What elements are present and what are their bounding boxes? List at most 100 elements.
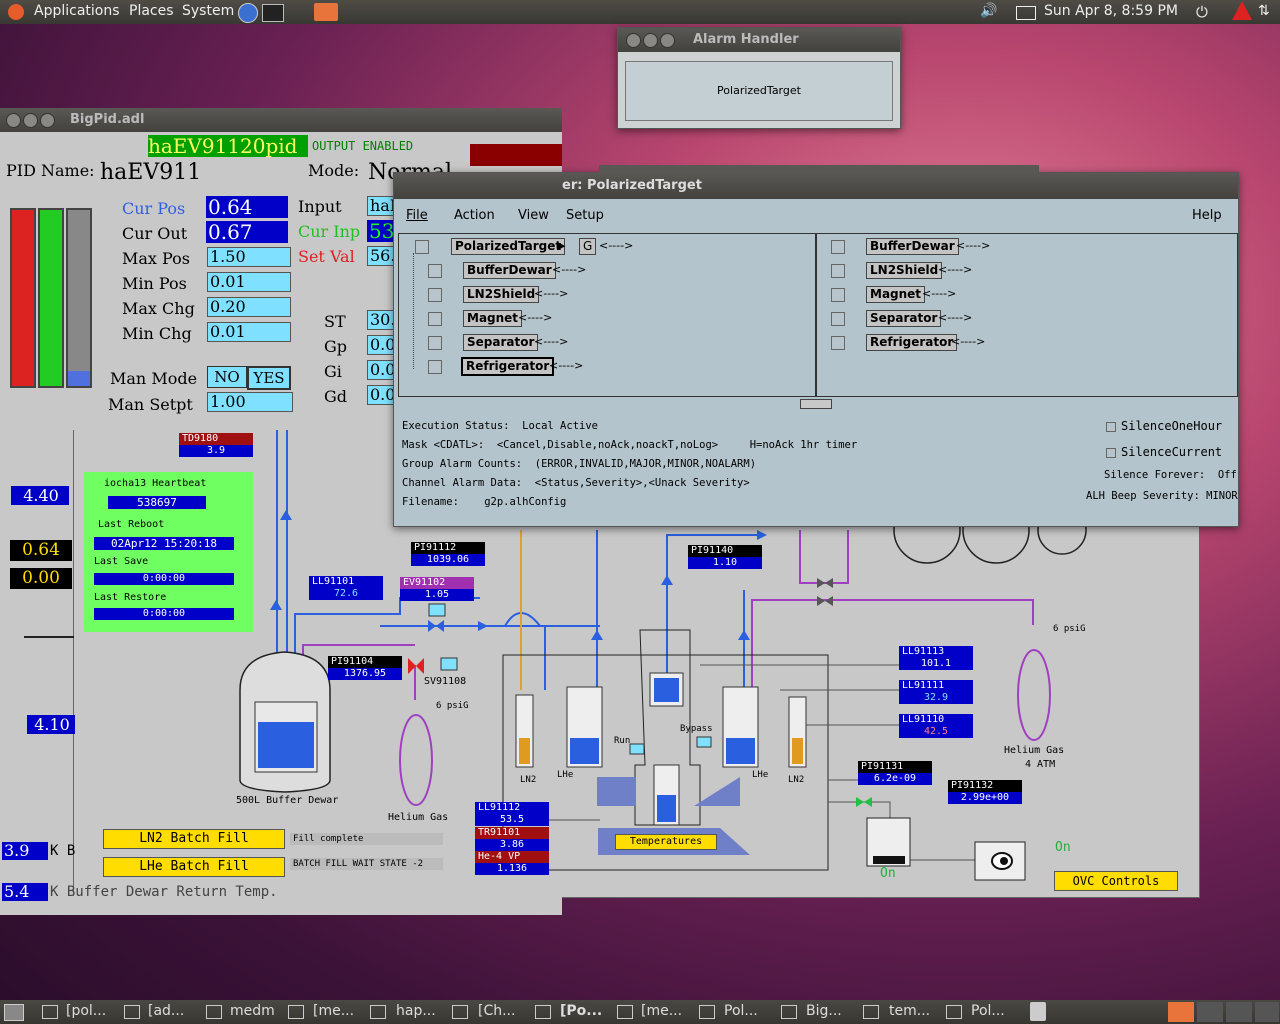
view-menu[interactable]: View: [518, 208, 549, 223]
channel-value: <Status,Severity>,<Unack Severity>: [534, 477, 750, 489]
workspace-4-icon[interactable]: [1255, 1002, 1279, 1022]
maximize-icon[interactable]: [40, 113, 55, 128]
max-pos-field[interactable]: 1.50: [207, 247, 291, 267]
lhe-batch-fill-button[interactable]: LHe Batch Fill: [103, 857, 285, 877]
taskbar-item-1[interactable]: [pol...: [66, 1003, 106, 1019]
group-value: (ERROR,INVALID,MAJOR,MINOR,NOALARM): [534, 458, 757, 470]
tree-root-button[interactable]: PolarizedTarget: [451, 238, 566, 255]
taskbar-item-9[interactable]: Pol...: [724, 1003, 758, 1019]
child-checkbox-3[interactable]: [428, 312, 442, 326]
channel-label: Channel Alarm Data:: [402, 477, 523, 489]
list-bufferdewar[interactable]: BufferDewar: [866, 238, 959, 255]
taskbar-item-5[interactable]: hap...: [396, 1003, 436, 1019]
shield-left: [597, 777, 636, 806]
bypass-label: Bypass: [680, 724, 713, 734]
list-refrigerator[interactable]: Refrigerator: [866, 334, 958, 351]
tree-child-separator[interactable]: Separator: [463, 334, 539, 351]
silence-hour-label[interactable]: SilenceOneHour: [1121, 419, 1222, 433]
window-title: er: PolarizedTarget: [562, 178, 702, 193]
task-icon: [946, 1005, 962, 1019]
root-checkbox[interactable]: [415, 240, 429, 254]
help-menu[interactable]: Help: [1192, 208, 1222, 223]
list-checkbox-1[interactable]: [831, 240, 845, 254]
tree-child-bufferdewar[interactable]: BufferDewar: [463, 262, 556, 279]
taskbar-item-7[interactable]: [Po...: [560, 1003, 602, 1019]
workspace-2-icon[interactable]: [1197, 1002, 1223, 1022]
temperatures-button[interactable]: Temperatures: [615, 834, 717, 850]
pane-splitter[interactable]: [800, 399, 832, 409]
max-chg-field[interactable]: 0.20: [207, 297, 291, 317]
list-status-4: <---->: [938, 311, 973, 324]
beep-label: ALH Beep Severity:: [1086, 490, 1200, 502]
man-mode-yes-button[interactable]: YES: [247, 366, 291, 390]
list-checkbox-2[interactable]: [831, 264, 845, 278]
min-pos-field[interactable]: 0.01: [207, 272, 291, 292]
left-value-4: 4.10: [27, 715, 75, 734]
max-chg-label: Max Chg: [122, 299, 195, 318]
list-separator[interactable]: Separator: [866, 310, 942, 327]
tag-ll91113: LL91113 101.1: [899, 646, 973, 670]
psig-right-label: 6 psiG: [1053, 624, 1086, 634]
beep-severity: ALH Beep Severity: MINOR: [1086, 490, 1238, 502]
mask-value: <Cancel,Disable,noAck,noackT,noLog>: [496, 439, 719, 451]
child-checkbox-2[interactable]: [428, 288, 442, 302]
tree-child-refrigerator[interactable]: Refrigerator: [461, 357, 555, 376]
list-checkbox-4[interactable]: [831, 312, 845, 326]
man-mode-no-button[interactable]: NO: [207, 366, 247, 388]
tag-ev91102: EV91102 1.05: [400, 577, 474, 601]
ln2-right-level: [792, 738, 803, 764]
taskbar-item-11[interactable]: tem...: [889, 1003, 930, 1019]
gd-label: Gd: [324, 387, 348, 406]
close-icon[interactable]: [6, 113, 21, 128]
trash-icon[interactable]: [1030, 1002, 1046, 1021]
silence-current-checkbox[interactable]: [1106, 448, 1116, 458]
list-ln2shield[interactable]: LN2Shield: [866, 262, 943, 279]
taskbar-item-3[interactable]: medm: [230, 1003, 275, 1019]
taskbar-item-10[interactable]: Big...: [806, 1003, 842, 1019]
arrow-up-3: [591, 630, 603, 640]
cyan-valve-2: [440, 657, 458, 671]
ln2-batch-fill-button[interactable]: LN2 Batch Fill: [103, 829, 285, 849]
list-magnet[interactable]: Magnet: [866, 286, 926, 303]
arrow-right-2: [757, 530, 767, 540]
title-bar[interactable]: BigPid.adl: [0, 108, 562, 132]
taskbar-item-12[interactable]: Pol...: [971, 1003, 1005, 1019]
min-chg-field[interactable]: 0.01: [207, 322, 291, 342]
list-checkbox-5[interactable]: [831, 336, 845, 350]
tree-child-ln2shield[interactable]: LN2Shield: [463, 286, 540, 303]
valve-green: [856, 797, 864, 807]
workspace-switcher-icon[interactable]: [1168, 1002, 1194, 1022]
show-desktop-icon[interactable]: [4, 1004, 24, 1021]
expand-icon[interactable]: ▶: [557, 239, 565, 252]
setup-menu[interactable]: Setup: [566, 208, 604, 223]
child-status-1: <---->: [552, 263, 587, 276]
cur-pos-value: 0.64: [206, 196, 288, 218]
silence-forever-value: Off: [1217, 469, 1237, 481]
bar-gray: [66, 208, 92, 388]
taskbar-item-2[interactable]: [ad...: [148, 1003, 184, 1019]
man-setpt-field[interactable]: 1.00: [207, 392, 293, 412]
silence-forever: Silence Forever: Off: [1104, 469, 1237, 481]
workspace-3-icon[interactable]: [1226, 1002, 1252, 1022]
child-checkbox-4[interactable]: [428, 336, 442, 350]
taskbar-item-6[interactable]: [Ch...: [478, 1003, 515, 1019]
tree-child-magnet[interactable]: Magnet: [463, 310, 523, 327]
list-checkbox-3[interactable]: [831, 288, 845, 302]
task-icon: [124, 1005, 140, 1019]
taskbar-item-4[interactable]: [me...: [313, 1003, 354, 1019]
child-checkbox-1[interactable]: [428, 264, 442, 278]
output-status: OUTPUT ENABLED: [312, 139, 414, 153]
child-checkbox-5[interactable]: [428, 360, 442, 374]
silence-hour-checkbox[interactable]: [1106, 422, 1116, 432]
taskbar-item-8[interactable]: [me...: [641, 1003, 682, 1019]
ovc-controls-button[interactable]: OVC Controls: [1054, 871, 1178, 891]
file-menu[interactable]: File: [406, 208, 428, 223]
minimize-icon[interactable]: [23, 113, 38, 128]
last-restore-value: 0:00:00: [94, 608, 234, 620]
window-title: BigPid.adl: [70, 112, 145, 127]
action-menu[interactable]: Action: [454, 208, 495, 223]
silence-current-label[interactable]: SilenceCurrent: [1121, 445, 1222, 459]
ln2-left-label: LN2: [520, 775, 537, 785]
pipe-purple-2: [751, 599, 1034, 690]
title-bar[interactable]: er: PolarizedTarget: [394, 173, 1238, 199]
